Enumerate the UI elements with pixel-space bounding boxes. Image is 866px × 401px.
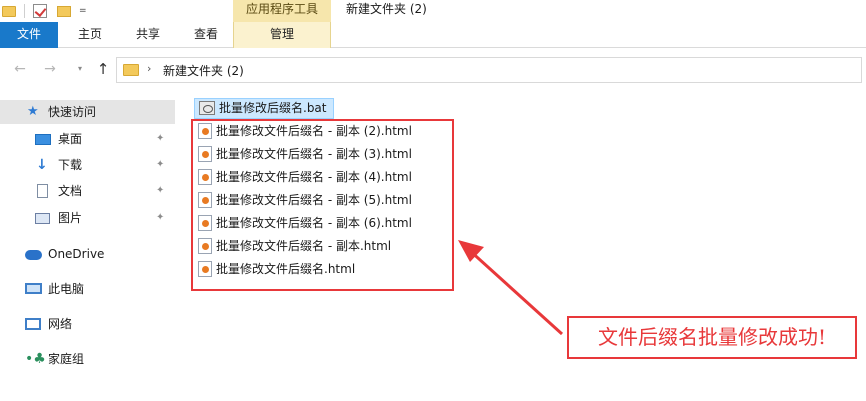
toolbar-divider bbox=[24, 4, 25, 18]
computer-icon bbox=[25, 283, 42, 294]
address-bar-row: ← → ▾ ↑ › 新建文件夹 (2) bbox=[0, 55, 866, 85]
sidebar-item-onedrive[interactable]: OneDrive bbox=[0, 242, 175, 266]
back-arrow-icon[interactable]: ← bbox=[10, 59, 30, 79]
callout-text: 文件后缀名批量修改成功! bbox=[597, 325, 827, 349]
sidebar-item-label: 桌面 bbox=[58, 132, 83, 146]
tab-home[interactable]: 主页 bbox=[64, 22, 116, 48]
sidebar-item-label: 文档 bbox=[58, 184, 83, 198]
sidebar-item-label: OneDrive bbox=[48, 247, 105, 261]
window-title: 新建文件夹 (2) bbox=[346, 2, 427, 16]
sidebar-item-label: 图片 bbox=[58, 211, 83, 225]
up-arrow-icon[interactable]: ↑ bbox=[93, 59, 113, 79]
context-tab-title: 应用程序工具 bbox=[233, 0, 331, 22]
cloud-icon bbox=[25, 250, 42, 260]
document-icon bbox=[37, 184, 48, 198]
sidebar-item-label: 此电脑 bbox=[48, 282, 85, 296]
breadcrumb[interactable]: 新建文件夹 (2) bbox=[163, 62, 244, 79]
sidebar-item-pictures[interactable]: 图片 ✦ bbox=[0, 206, 175, 230]
sidebar-item-label: 下载 bbox=[58, 158, 83, 172]
pictures-icon bbox=[35, 213, 50, 224]
file-name: 批量修改后缀名.bat bbox=[219, 101, 327, 115]
batch-file-icon bbox=[199, 100, 215, 115]
tab-manage[interactable]: 管理 bbox=[233, 22, 331, 48]
list-item[interactable]: 批量修改后缀名.bat bbox=[194, 98, 334, 119]
ribbon-tabs: 文件 主页 共享 查看 管理 bbox=[0, 22, 866, 48]
download-icon: ↓ bbox=[36, 157, 48, 173]
customize-toolbar-icon[interactable]: = bbox=[79, 0, 87, 22]
properties-icon[interactable] bbox=[33, 4, 47, 18]
sidebar-item-documents[interactable]: 文档 ✦ bbox=[0, 179, 175, 203]
sidebar-item-quick-access[interactable]: ★ 快速访问 bbox=[0, 100, 175, 124]
pin-icon[interactable]: ✦ bbox=[156, 179, 164, 203]
star-icon: ★ bbox=[27, 104, 39, 119]
desktop-icon bbox=[35, 134, 51, 145]
folder-icon[interactable] bbox=[2, 5, 16, 17]
sidebar-item-desktop[interactable]: 桌面 ✦ bbox=[0, 127, 175, 151]
tab-share[interactable]: 共享 bbox=[122, 22, 174, 48]
sidebar-item-label: 网络 bbox=[48, 317, 73, 331]
title-bar: = 应用程序工具 新建文件夹 (2) bbox=[0, 0, 866, 22]
navigation-pane: ★ 快速访问 桌面 ✦ ↓ 下载 ✦ 文档 ✦ 图片 ✦ OneDrive 此电… bbox=[0, 94, 175, 401]
pin-icon[interactable]: ✦ bbox=[156, 206, 164, 230]
quick-access-toolbar: = bbox=[0, 0, 87, 22]
callout-box: 文件后缀名批量修改成功! bbox=[567, 316, 857, 359]
network-icon bbox=[25, 318, 41, 330]
tab-file[interactable]: 文件 bbox=[0, 22, 58, 48]
highlight-box bbox=[191, 119, 454, 291]
address-input[interactable]: › 新建文件夹 (2) bbox=[116, 57, 862, 83]
forward-arrow-icon[interactable]: → bbox=[40, 59, 60, 79]
folder-icon bbox=[123, 64, 139, 76]
sidebar-item-network[interactable]: 网络 bbox=[0, 312, 175, 336]
tab-view[interactable]: 查看 bbox=[180, 22, 232, 48]
sidebar-item-homegroup[interactable]: •♣ 家庭组 bbox=[0, 347, 175, 371]
sidebar-item-label: 家庭组 bbox=[48, 352, 85, 366]
new-folder-icon[interactable] bbox=[57, 5, 71, 17]
sidebar-item-this-pc[interactable]: 此电脑 bbox=[0, 277, 175, 301]
pin-icon[interactable]: ✦ bbox=[156, 153, 164, 177]
recent-locations-icon[interactable]: ▾ bbox=[70, 59, 90, 79]
pin-icon[interactable]: ✦ bbox=[156, 127, 164, 151]
chevron-right-icon[interactable]: › bbox=[147, 62, 151, 75]
sidebar-item-downloads[interactable]: ↓ 下载 ✦ bbox=[0, 153, 175, 177]
sidebar-item-label: 快速访问 bbox=[48, 105, 97, 119]
homegroup-icon: •♣ bbox=[25, 351, 46, 367]
